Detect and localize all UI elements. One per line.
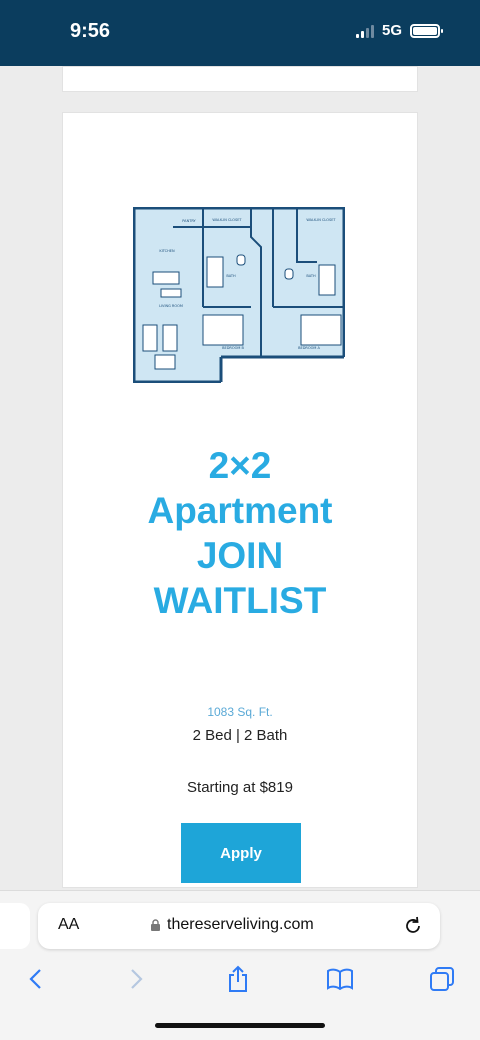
signal-icon — [355, 24, 374, 38]
forward-icon — [131, 969, 143, 989]
browser-toolbar — [0, 961, 480, 1001]
fp-label-bedroom-b: BEDROOM B — [222, 346, 244, 350]
tabs-button[interactable] — [424, 961, 460, 997]
url-display[interactable]: thereserveliving.com — [150, 916, 314, 934]
unit-title: 2×2 Apartment JOIN WAITLIST — [63, 443, 417, 623]
unit-title-line: Apartment — [147, 490, 333, 531]
web-page: PANTRY WALK-IN CLOSET WALK-IN CLOSET KIT… — [0, 66, 480, 894]
status-bar: 9:56 5G — [0, 0, 480, 66]
unit-title-line: JOIN — [196, 535, 284, 576]
fp-label-living: LIVING ROOM — [159, 304, 183, 308]
fp-label-bath-2: BATH — [306, 274, 316, 278]
url-text: thereserveliving.com — [167, 916, 314, 933]
reload-icon[interactable] — [402, 915, 424, 937]
unit-title-line: WAITLIST — [153, 580, 327, 621]
status-indicators: 5G — [355, 22, 443, 39]
status-time: 9:56 — [70, 20, 111, 42]
network-label: 5G — [381, 22, 402, 39]
share-icon — [229, 965, 247, 992]
browser-bar: AA thereserveliving.com — [0, 890, 480, 1040]
starting-price: Starting at $819 — [187, 779, 293, 796]
lock-icon — [151, 918, 160, 931]
bookmarks-button[interactable] — [322, 961, 358, 997]
previous-listing-card — [62, 66, 418, 92]
listing-card: PANTRY WALK-IN CLOSET WALK-IN CLOSET KIT… — [62, 112, 418, 888]
fp-label-walkin-1: WALK-IN CLOSET — [212, 218, 242, 222]
apply-button[interactable]: Apply — [181, 823, 301, 883]
unit-title-line: 2×2 — [208, 445, 272, 486]
fp-label-pantry: PANTRY — [182, 219, 196, 223]
home-indicator[interactable] — [155, 1023, 325, 1028]
back-icon — [29, 969, 41, 989]
bed-bath-count: 2 Bed | 2 Bath — [192, 727, 288, 744]
share-button[interactable] — [220, 961, 256, 997]
address-bar[interactable]: AA thereserveliving.com — [38, 903, 440, 949]
previous-tab-peek[interactable] — [0, 903, 30, 949]
floor-plan-image: PANTRY WALK-IN CLOSET WALK-IN CLOSET KIT… — [133, 207, 345, 383]
fp-label-kitchen: KITCHEN — [159, 249, 175, 253]
reader-settings-button[interactable]: AA — [58, 916, 79, 934]
fp-label-bedroom-a: BEDROOM A — [298, 346, 320, 350]
square-footage: 1083 Sq. Ft. — [207, 705, 273, 719]
tabs-icon — [430, 967, 454, 991]
bookmarks-icon — [327, 968, 353, 990]
back-button[interactable] — [18, 961, 54, 997]
battery-icon — [410, 23, 443, 38]
fp-label-bath-1: BATH — [226, 274, 236, 278]
fp-label-walkin-2: WALK-IN CLOSET — [306, 218, 336, 222]
forward-button[interactable] — [118, 961, 154, 997]
